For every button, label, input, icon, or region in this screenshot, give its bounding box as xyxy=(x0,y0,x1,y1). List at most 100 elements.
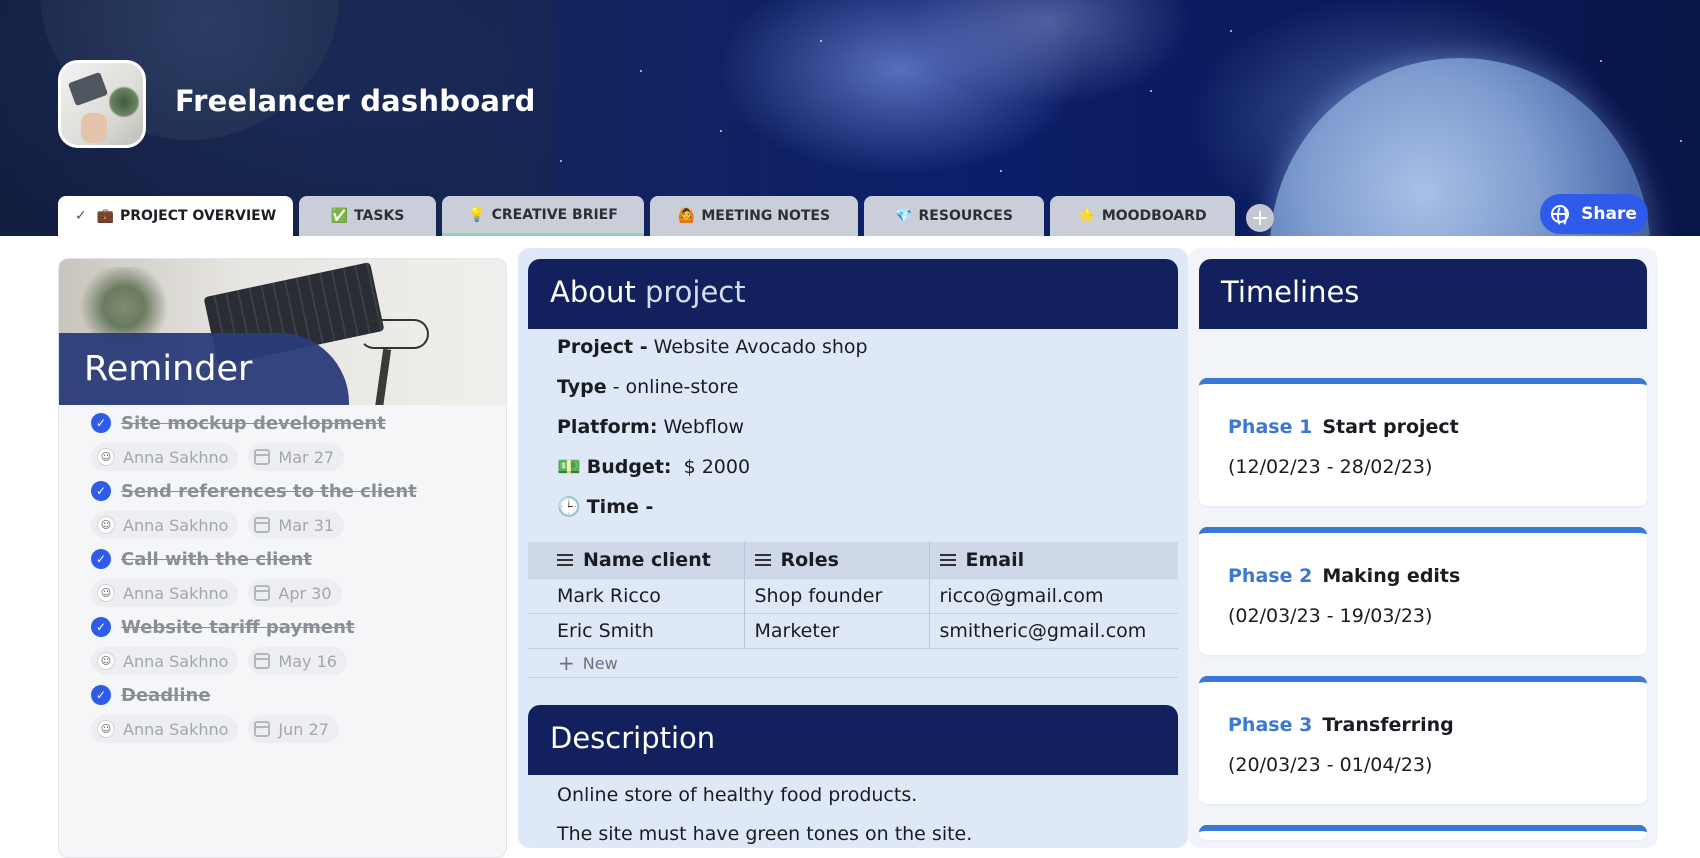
phase-name: Start project xyxy=(1322,416,1459,438)
phase-card[interactable] xyxy=(1199,825,1647,840)
reminder-banner-image: Reminder xyxy=(59,259,506,405)
phase-card[interactable]: Phase 3 Transferring (20/03/23 - 01/04/23… xyxy=(1199,676,1647,804)
clock-icon: 🕒 xyxy=(557,496,581,518)
share-button[interactable]: Share xyxy=(1540,194,1648,234)
avatar: ☺ xyxy=(97,720,115,738)
assignee-pill[interactable]: ☺ Anna Sakhno xyxy=(91,511,239,539)
phase-card[interactable]: Phase 1 Start project (12/02/23 - 28/02/2… xyxy=(1199,378,1647,506)
description-heading: Description xyxy=(528,705,1178,775)
date-pill[interactable]: Mar 31 xyxy=(248,511,345,539)
avatar: ☺ xyxy=(97,516,115,534)
table-cell[interactable]: Marketer xyxy=(744,612,930,648)
time-field: 🕒 Time - xyxy=(557,496,654,518)
tab-label: MEETING NOTES xyxy=(701,208,831,224)
table-row: Mark Ricco Shop founder ricco@gmail.com xyxy=(528,577,1178,613)
reminder-panel: Reminder ✓ Site mockup development ☺ Anna… xyxy=(58,258,507,858)
assignee-pill[interactable]: ☺ Anna Sakhno xyxy=(91,715,239,743)
date-pill[interactable]: May 16 xyxy=(248,647,347,675)
tab-creative-brief[interactable]: 💡 CREATIVE BRIEF xyxy=(442,196,644,236)
task-title[interactable]: Website tariff payment xyxy=(121,617,355,638)
avatar: ☺ xyxy=(97,448,115,466)
timelines-heading: Timelines xyxy=(1199,259,1647,329)
column-header-name[interactable]: Name client xyxy=(528,542,745,578)
phase-number: Phase 2 xyxy=(1228,565,1313,587)
calendar-icon xyxy=(254,721,271,737)
list-item: ✓ Send references to the client ☺ Anna Sa… xyxy=(91,479,506,539)
reminder-title: Reminder xyxy=(84,349,253,389)
budget-field: 💵 Budget: $ 2000 xyxy=(557,456,751,478)
phase-card[interactable]: Phase 2 Making edits (02/03/23 - 19/03/23… xyxy=(1199,527,1647,655)
workspace-logo[interactable] xyxy=(58,60,146,148)
tab-label: RESOURCES xyxy=(918,208,1013,224)
tab-project-overview[interactable]: ✓ 💼 PROJECT OVERVIEW xyxy=(58,196,293,236)
list-item: ✓ Deadline ☺ Anna Sakhno Jun 27 xyxy=(91,683,506,743)
calendar-icon xyxy=(254,517,271,533)
type-field: Type - online-store xyxy=(557,376,739,398)
date-pill[interactable]: Jun 27 xyxy=(248,715,339,743)
tab-label: PROJECT OVERVIEW xyxy=(120,208,277,224)
calendar-icon xyxy=(254,653,271,669)
assignee-pill[interactable]: ☺ Anna Sakhno xyxy=(91,579,239,607)
gem-icon: 💎 xyxy=(895,208,913,224)
table-row: Eric Smith Marketer smitheric@gmail.com xyxy=(528,612,1178,648)
calendar-icon xyxy=(254,585,271,601)
checked-icon[interactable]: ✓ xyxy=(91,549,111,569)
add-tab-button[interactable]: + xyxy=(1246,204,1274,232)
description-line: Online store of healthy food products. xyxy=(557,784,918,806)
person-gesture-icon: 🙆 xyxy=(677,208,696,224)
list-item: ✓ Call with the client ☺ Anna Sakhno Apr … xyxy=(91,547,506,607)
description-line: The site must have green tones on the si… xyxy=(557,823,973,845)
tab-moodboard[interactable]: ⭐ MOODBOARD xyxy=(1050,196,1235,236)
phase-number: Phase 3 xyxy=(1228,714,1313,736)
tab-tasks[interactable]: ✅ TASKS xyxy=(299,196,436,236)
column-header-roles[interactable]: Roles xyxy=(744,542,930,578)
checked-icon[interactable]: ✓ xyxy=(91,413,111,433)
phase-number: Phase 1 xyxy=(1228,416,1313,438)
table-cell[interactable]: Shop founder xyxy=(744,577,930,613)
table-cell[interactable]: Mark Ricco xyxy=(528,577,745,613)
column-header-email[interactable]: Email xyxy=(929,542,1178,578)
table-cell[interactable]: ricco@gmail.com xyxy=(929,577,1178,613)
task-title[interactable]: Send references to the client xyxy=(121,481,417,502)
list-item: ✓ Website tariff payment ☺ Anna Sakhno Ma… xyxy=(91,615,506,675)
table-cell[interactable]: smitheric@gmail.com xyxy=(929,612,1178,648)
page-title: Freelancer dashboard xyxy=(175,84,536,118)
tab-label: TASKS xyxy=(354,208,405,224)
lightbulb-icon: 💡 xyxy=(468,206,486,223)
project-field: Project - Website Avocado shop xyxy=(557,336,868,358)
tab-label: MOODBOARD xyxy=(1101,208,1207,224)
text-property-icon xyxy=(557,554,573,567)
task-title[interactable]: Site mockup development xyxy=(121,413,386,434)
date-pill[interactable]: Apr 30 xyxy=(248,579,342,607)
text-property-icon xyxy=(939,554,956,567)
task-title[interactable]: Call with the client xyxy=(121,549,312,570)
tab-bar: ✓ 💼 PROJECT OVERVIEW ✅ TASKS 💡 CREATIVE … xyxy=(58,196,1235,236)
table-cell[interactable]: Eric Smith xyxy=(528,612,745,648)
check-icon: ✓ xyxy=(74,208,87,224)
briefcase-icon: 💼 xyxy=(96,208,114,224)
checked-icon[interactable]: ✓ xyxy=(91,481,111,501)
date-pill[interactable]: Mar 27 xyxy=(248,443,345,471)
money-icon: 💵 xyxy=(557,456,581,478)
share-label: Share xyxy=(1581,204,1637,224)
phase-name: Making edits xyxy=(1322,565,1461,587)
assignee-pill[interactable]: ☺ Anna Sakhno xyxy=(91,443,239,471)
phase-dates: (20/03/23 - 01/04/23) xyxy=(1228,754,1433,776)
text-property-icon xyxy=(754,554,771,567)
avatar: ☺ xyxy=(97,584,115,602)
reminder-list: ✓ Site mockup development ☺ Anna Sakhno M… xyxy=(59,405,506,743)
new-row-button[interactable]: + New xyxy=(528,648,1178,678)
checked-icon[interactable]: ✓ xyxy=(91,685,111,705)
star-icon: ⭐ xyxy=(1078,208,1096,224)
globe-icon xyxy=(1551,205,1570,227)
tab-meeting-notes[interactable]: 🙆 MEETING NOTES xyxy=(650,196,858,236)
assignee-pill[interactable]: ☺ Anna Sakhno xyxy=(91,647,239,675)
platform-field: Platform: Webflow xyxy=(557,416,745,438)
checked-icon[interactable]: ✓ xyxy=(91,617,111,637)
phase-dates: (02/03/23 - 19/03/23) xyxy=(1228,605,1433,627)
tab-label: CREATIVE BRIEF xyxy=(491,206,618,223)
task-title[interactable]: Deadline xyxy=(121,685,211,706)
clients-table: Name client Roles Email Mark Ricco Shop … xyxy=(528,542,1178,648)
tab-resources[interactable]: 💎 RESOURCES xyxy=(864,196,1044,236)
calendar-icon xyxy=(254,449,271,465)
